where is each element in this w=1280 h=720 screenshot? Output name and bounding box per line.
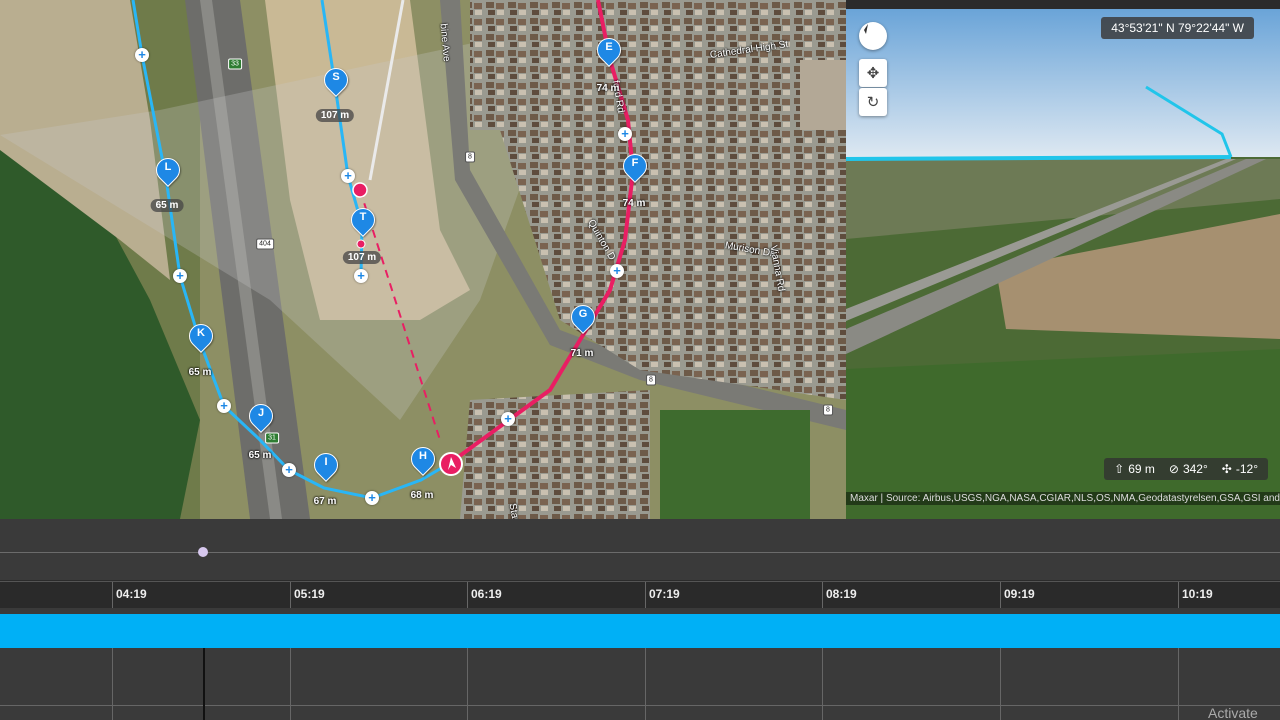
waypoint-altitude: 67 m: [313, 496, 337, 507]
heading-readout: ⊘ 342°: [1169, 462, 1208, 476]
grid-line: [112, 648, 113, 720]
drone-position-icon[interactable]: [438, 451, 464, 477]
add-waypoint-button[interactable]: +: [501, 412, 515, 426]
add-waypoint-button[interactable]: +: [135, 48, 149, 62]
grid-line: [290, 648, 291, 720]
waypoint-marker[interactable]: J: [244, 399, 278, 436]
waypoint-altitude: 65 m: [248, 450, 272, 461]
satellite-map[interactable]: 33 404 31 8 8 8 Cathedral High St Muriso…: [0, 0, 846, 519]
waypoint-marker[interactable]: S: [319, 63, 353, 100]
map-attribution: Maxar | Source: Airbus,USGS,NGA,NASA,CGI…: [846, 492, 1280, 505]
waypoint-letter: E: [605, 41, 613, 53]
grid-line: [1178, 648, 1179, 720]
waypoint-altitude: 107 m: [342, 251, 382, 264]
altitude-icon: ⇧: [1114, 462, 1125, 476]
pitch-value: -12°: [1235, 462, 1258, 476]
compass-button[interactable]: [859, 22, 887, 50]
waypoint-letter: G: [578, 308, 588, 320]
playhead[interactable]: [203, 648, 205, 720]
add-waypoint-button[interactable]: +: [282, 463, 296, 477]
rotate-button[interactable]: ↻: [859, 88, 887, 116]
waypoint-marker[interactable]: L: [151, 153, 185, 190]
add-waypoint-button[interactable]: +: [610, 264, 624, 278]
compass-icon: [864, 24, 868, 34]
add-waypoint-button[interactable]: +: [217, 399, 231, 413]
waypoint-marker[interactable]: T: [346, 203, 380, 240]
waypoint-altitude: 65 m: [150, 199, 184, 212]
heading-value: 342°: [1182, 462, 1208, 476]
map-imagery: [0, 0, 846, 519]
time-tick: 10:19: [1178, 582, 1213, 609]
grid-line: [0, 705, 1280, 706]
timeline-lower-track[interactable]: [0, 648, 1280, 720]
timeline-scrubber[interactable]: [0, 519, 1280, 580]
app-root: 33 404 31 8 8 8 Cathedral High St Muriso…: [0, 0, 1280, 720]
activate-watermark: Activate: [1208, 705, 1258, 720]
rotate-icon: ↻: [866, 94, 880, 111]
grid-line: [1000, 648, 1001, 720]
waypoint-letter: J: [257, 407, 265, 419]
flight-track-bar[interactable]: [0, 614, 1280, 648]
coordinates-readout: 43°53'21" N 79°22'44" W: [1101, 17, 1254, 39]
waypoint-letter: L: [164, 161, 172, 173]
waypoint-altitude: 68 m: [410, 490, 434, 501]
pitch-readout: ✣ -12°: [1222, 462, 1258, 476]
waypoint-marker[interactable]: I: [309, 448, 343, 485]
road-shield: 8: [646, 374, 656, 386]
add-waypoint-button[interactable]: +: [173, 269, 187, 283]
time-tick: 05:19: [290, 582, 325, 609]
waypoint-letter: S: [332, 71, 340, 83]
add-waypoint-button[interactable]: +: [341, 169, 355, 183]
waypoint-letter: F: [631, 157, 639, 169]
time-tick: 06:19: [467, 582, 502, 609]
add-waypoint-button[interactable]: +: [618, 127, 632, 141]
waypoint-letter: T: [359, 211, 367, 223]
waypoint-marker[interactable]: G: [566, 300, 600, 337]
3d-preview-view[interactable]: 43°53'21" N 79°22'44" W ✥ ↻ ⇧ 69 m ⊘ 342° …: [846, 9, 1280, 519]
road-shield: 404: [256, 238, 274, 250]
waypoint-marker[interactable]: E: [592, 33, 626, 70]
waypoint-marker[interactable]: K: [184, 319, 218, 356]
time-tick: 07:19: [645, 582, 680, 609]
gimbal-icon: ✣: [1221, 462, 1232, 476]
altitude-value: 69 m: [1128, 462, 1155, 476]
add-waypoint-button[interactable]: +: [365, 491, 379, 505]
road-shield: 8: [465, 151, 475, 163]
add-waypoint-button[interactable]: +: [354, 269, 368, 283]
waypoint-altitude: 107 m: [315, 109, 355, 122]
scrubber-thumb[interactable]: [197, 546, 209, 558]
timeline-ruler: 04:19 05:19 06:19 07:19 08:19 09:19 10:1…: [0, 581, 1280, 610]
time-tick: 04:19: [112, 582, 147, 609]
waypoint-marker[interactable]: H: [406, 442, 440, 479]
altitude-readout: ⇧ 69 m: [1114, 462, 1155, 476]
time-tick: 09:19: [1000, 582, 1035, 609]
waypoint-altitude: 65 m: [188, 367, 212, 378]
road-shield: 8: [823, 404, 833, 416]
grid-line: [822, 648, 823, 720]
waypoint-letter: H: [419, 450, 427, 462]
road-shield: 33: [228, 58, 242, 70]
waypoint-letter: I: [324, 456, 328, 468]
pan-button[interactable]: ✥: [859, 59, 887, 87]
telemetry-status: ⇧ 69 m ⊘ 342° ✣ -12°: [1104, 458, 1268, 480]
waypoint-altitude: 74 m: [622, 198, 646, 209]
move-icon: ✥: [866, 65, 880, 82]
waypoint-altitude: 71 m: [570, 348, 594, 359]
grid-line: [645, 648, 646, 720]
grid-line: [467, 648, 468, 720]
waypoint-altitude: 74 m: [596, 83, 620, 94]
waypoint-marker[interactable]: F: [618, 149, 652, 186]
compass-heading-icon: ⊘: [1168, 462, 1179, 476]
waypoint-letter: K: [197, 327, 205, 339]
scrubber-track[interactable]: [0, 552, 1280, 553]
3d-scene: [846, 9, 1280, 519]
time-tick: 08:19: [822, 582, 857, 609]
